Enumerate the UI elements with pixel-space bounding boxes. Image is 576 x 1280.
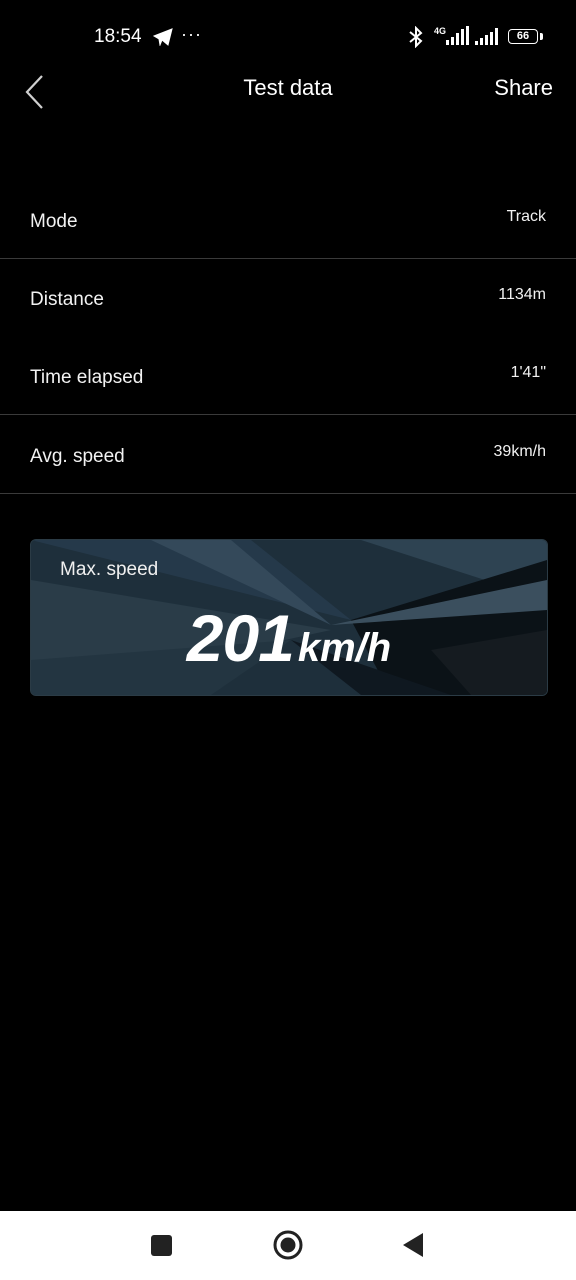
- max-speed-unit: km/h: [297, 626, 392, 670]
- divider: [0, 493, 576, 494]
- max-speed-label: Max. speed: [60, 559, 159, 580]
- mode-value: Track: [506, 208, 546, 225]
- row-distance: Distance 1134m: [0, 261, 576, 339]
- avg-speed-label: Avg. speed: [30, 446, 125, 467]
- distance-label: Distance: [30, 289, 104, 310]
- avg-speed-value: 39km/h: [493, 443, 546, 460]
- battery-tip: [540, 33, 543, 40]
- share-button[interactable]: Share: [494, 75, 553, 101]
- page-title: Test data: [243, 75, 333, 100]
- divider: [0, 258, 576, 259]
- time-elapsed-label: Time elapsed: [30, 367, 144, 388]
- mode-label: Mode: [30, 211, 78, 232]
- status-time: 18:54: [94, 26, 142, 47]
- telegram-icon: [153, 28, 173, 46]
- more-notifications-icon: ···: [181, 24, 202, 44]
- distance-value: 1134m: [498, 286, 546, 303]
- bluetooth-icon: [409, 26, 423, 48]
- divider: [0, 414, 576, 415]
- battery-icon: 66: [508, 29, 538, 44]
- top-bar: Test data Share: [0, 60, 576, 116]
- recents-button[interactable]: [151, 1235, 172, 1256]
- row-mode: Mode Track: [0, 183, 576, 261]
- row-time-elapsed: Time elapsed 1'41": [0, 339, 576, 417]
- row-avg-speed: Avg. speed 39km/h: [0, 418, 576, 496]
- nav-back-button[interactable]: [401, 1232, 425, 1258]
- time-elapsed-value: 1'41": [510, 364, 546, 381]
- navigation-bar: [0, 1211, 576, 1280]
- max-speed-number: 201: [186, 601, 295, 675]
- max-speed-card: Max. speed 201 km/h: [30, 539, 548, 696]
- home-button[interactable]: [273, 1230, 303, 1260]
- max-speed-value: 201 km/h: [31, 600, 547, 676]
- signal-icon: [475, 28, 498, 45]
- signal-4g-icon: 4G: [434, 26, 469, 45]
- svg-text:4G: 4G: [434, 26, 446, 36]
